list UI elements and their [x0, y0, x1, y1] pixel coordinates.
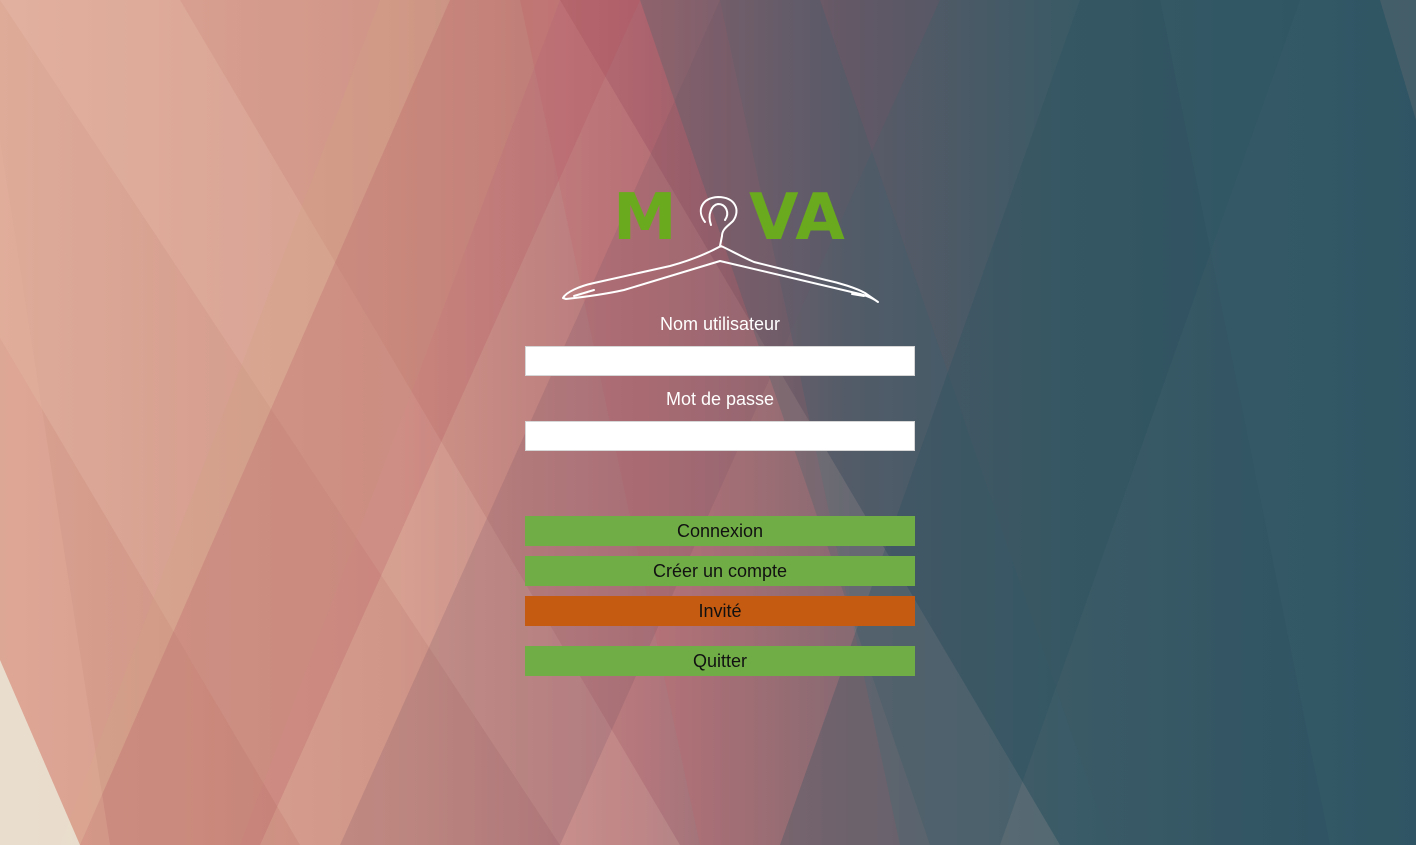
guest-button[interactable]: Invité [525, 596, 915, 626]
app-logo: M VA [560, 180, 882, 308]
quit-button[interactable]: Quitter [525, 646, 915, 676]
connect-button[interactable]: Connexion [525, 516, 915, 546]
username-label: Nom utilisateur [659, 314, 781, 334]
password-label: Mot de passe [665, 389, 775, 409]
password-input[interactable] [525, 421, 915, 451]
create-account-button[interactable]: Créer un compte [525, 556, 915, 586]
hanger-icon [562, 196, 879, 303]
username-input[interactable] [525, 346, 915, 376]
